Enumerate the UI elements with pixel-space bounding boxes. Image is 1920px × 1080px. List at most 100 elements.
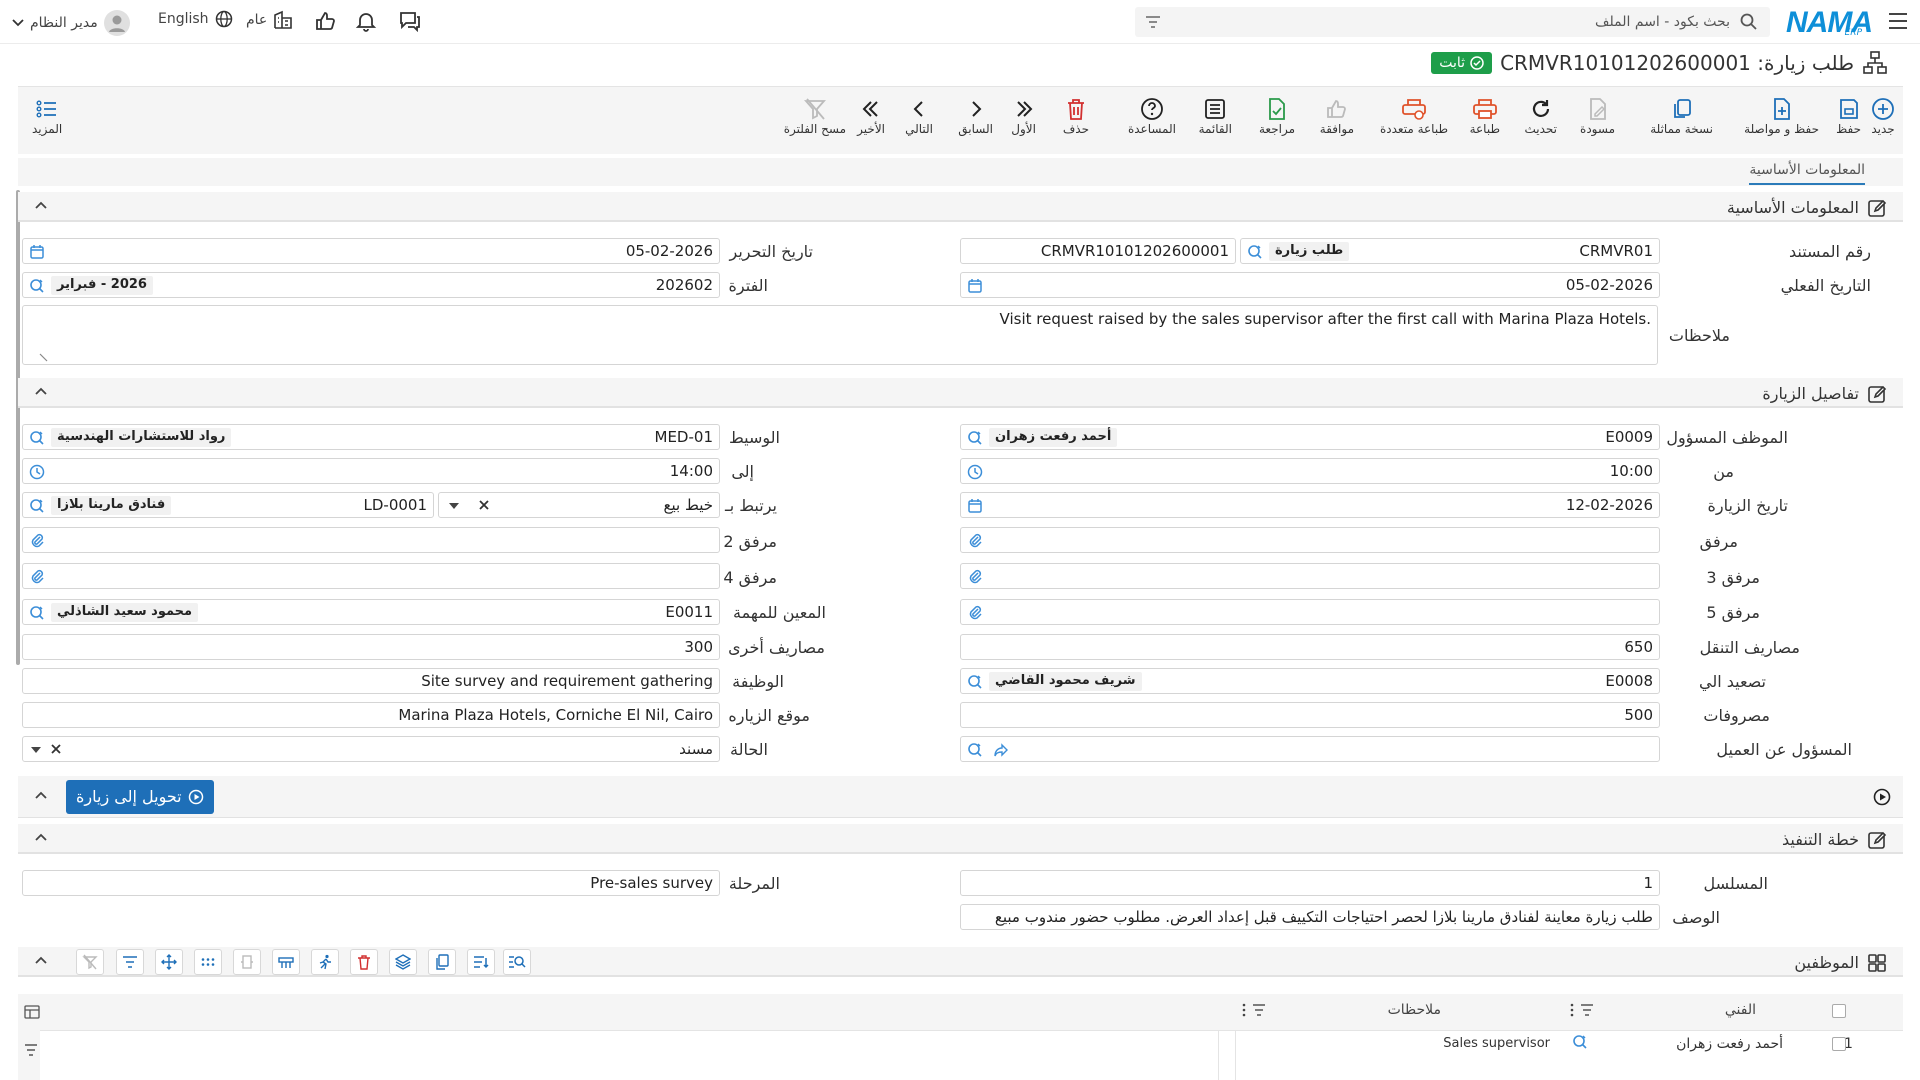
menu-icon[interactable] (1888, 12, 1908, 30)
section-execution-plan[interactable]: خطة التنفيذ (18, 824, 1903, 854)
assignee-field[interactable]: E0011 محمود سعيد الشاذلي (22, 599, 720, 625)
save-button[interactable]: حفظ (1836, 95, 1861, 137)
broker-field[interactable]: MED-01 رواد للاستشارات الهندسية (22, 424, 720, 450)
column-header-tech[interactable]: الفني (1725, 1002, 1756, 1018)
customer-owner-field[interactable] (960, 736, 1660, 762)
search-icon[interactable] (29, 498, 45, 514)
row-checkbox[interactable] (1832, 1037, 1846, 1051)
clock-icon[interactable] (29, 464, 45, 480)
filter-icon[interactable] (1252, 1004, 1266, 1016)
column-header-notes[interactable]: ملاحظات (1388, 1002, 1441, 1018)
user-menu[interactable]: مدير النظام (12, 10, 130, 36)
search-input[interactable] (1190, 7, 1730, 37)
transport-field[interactable]: 650 (960, 634, 1660, 660)
print-button[interactable]: طباعة (1470, 95, 1500, 137)
attach5-field[interactable] (960, 599, 1660, 625)
calendar-icon[interactable] (29, 244, 45, 260)
edit-date-field[interactable]: 05-02-2026 (22, 238, 720, 264)
paperclip-icon[interactable] (29, 533, 45, 549)
grid-delete-button[interactable] (350, 949, 378, 975)
period-field[interactable]: 202602 2026 - فبراير (22, 272, 720, 298)
previous-button[interactable]: السابق (958, 95, 993, 137)
collapse-icon[interactable] (34, 386, 48, 396)
search-icon[interactable] (1740, 13, 1758, 31)
paperclip-icon[interactable] (967, 533, 983, 549)
grid-filter-row-icon[interactable] (24, 1044, 38, 1056)
grid-layers-button[interactable] (389, 949, 417, 975)
vertical-scrollbar[interactable] (16, 190, 20, 665)
grid-move-button[interactable] (155, 949, 183, 975)
search-icon[interactable] (967, 742, 983, 758)
chat-icon[interactable] (398, 10, 422, 32)
last-button[interactable]: الأخير (857, 95, 885, 137)
row-tech[interactable]: أحمد رفعت زهران (1676, 1036, 1783, 1052)
clear-filter-button[interactable]: مسح الفلترة (784, 95, 846, 137)
clear-icon[interactable] (49, 742, 63, 756)
clock-icon[interactable] (967, 464, 983, 480)
employee-field[interactable]: E0009 أحمد رفعت زهران (960, 424, 1660, 450)
calendar-icon[interactable] (967, 278, 983, 294)
collapse-icon[interactable] (34, 832, 48, 842)
attach4-field[interactable] (22, 563, 720, 589)
convert-to-visit-button[interactable]: تحويل إلى زيارة (66, 780, 214, 814)
from-time-field[interactable]: 10:00 (960, 458, 1660, 484)
grid-sort-button[interactable] (467, 949, 495, 975)
search-icon[interactable] (967, 674, 983, 690)
attach-field[interactable] (960, 527, 1660, 553)
filter-icon[interactable] (1145, 15, 1161, 29)
notes-textarea[interactable]: Visit request raised by the sales superv… (22, 305, 1658, 365)
grid-columns-button[interactable] (233, 949, 261, 975)
job-field[interactable]: Site survey and requirement gathering (22, 668, 720, 694)
dropdown-arrow-icon[interactable] (31, 747, 41, 753)
doc-code-field[interactable]: CRMVR01 طلب زيارة (1240, 238, 1660, 264)
collapse-icon[interactable] (34, 200, 48, 210)
search-icon[interactable] (29, 278, 45, 294)
serial-field[interactable]: 1 (960, 870, 1660, 896)
resize-handle-icon[interactable] (39, 352, 49, 362)
column-menu-icon[interactable] (1570, 1003, 1574, 1017)
play-circle-icon[interactable] (1873, 788, 1891, 806)
help-button[interactable]: المساعدة (1128, 95, 1176, 137)
actual-date-field[interactable]: 05-02-2026 (960, 272, 1660, 298)
attach3-field[interactable] (960, 563, 1660, 589)
section-employees[interactable]: الموظفين (18, 947, 1903, 977)
tab-basic-info[interactable]: المعلومات الأساسية (1749, 162, 1865, 186)
next-button[interactable]: التالي (905, 95, 933, 137)
dropdown-arrow-icon[interactable] (449, 503, 459, 509)
first-button[interactable]: الأول (1011, 95, 1036, 137)
new-button[interactable]: جديد (1871, 95, 1895, 137)
language-switch[interactable]: English (158, 10, 233, 28)
collapse-icon[interactable] (34, 790, 48, 800)
approve-button[interactable]: موافقة (1320, 95, 1354, 137)
grid-search-button[interactable] (503, 949, 531, 975)
collapse-icon[interactable] (34, 955, 48, 965)
grid-filter-button[interactable] (116, 949, 144, 975)
share-icon[interactable] (993, 742, 1009, 758)
copy-button[interactable]: نسخة مماثلة (1650, 95, 1713, 137)
paperclip-icon[interactable] (967, 569, 983, 585)
delete-button[interactable]: حذف (1063, 95, 1089, 137)
grid-run-button[interactable] (311, 949, 339, 975)
search-icon[interactable] (29, 605, 45, 621)
escalate-field[interactable]: E0008 شريف محمود القاضي (960, 668, 1660, 694)
section-basic-info[interactable]: المعلومات الأساسية (18, 192, 1903, 222)
review-button[interactable]: مراجعة (1259, 95, 1295, 137)
draft-button[interactable]: مسودة (1580, 95, 1615, 137)
search-icon[interactable] (29, 430, 45, 446)
to-time-field[interactable]: 14:00 (22, 458, 720, 484)
linked-type-select[interactable]: خيط بيع (438, 492, 720, 518)
linked-record-field[interactable]: LD-0001 فنادق مارينا بلازا (22, 492, 434, 518)
grid-copy-button[interactable] (428, 949, 456, 975)
stage-field[interactable]: Pre-sales survey (22, 870, 720, 896)
select-all-checkbox[interactable] (1832, 1004, 1846, 1018)
scope-selector[interactable]: عام (246, 10, 293, 30)
search-icon[interactable] (1572, 1034, 1588, 1050)
more-button[interactable]: المزيد (32, 95, 62, 137)
multi-print-button[interactable]: طباعة متعددة (1380, 95, 1448, 137)
refresh-button[interactable]: تحديث (1524, 95, 1557, 137)
thumbs-up-icon[interactable] (314, 10, 336, 32)
search-icon[interactable] (967, 430, 983, 446)
paperclip-icon[interactable] (29, 569, 45, 585)
filter-icon[interactable] (1580, 1004, 1594, 1016)
column-menu-icon[interactable] (1242, 1003, 1246, 1017)
